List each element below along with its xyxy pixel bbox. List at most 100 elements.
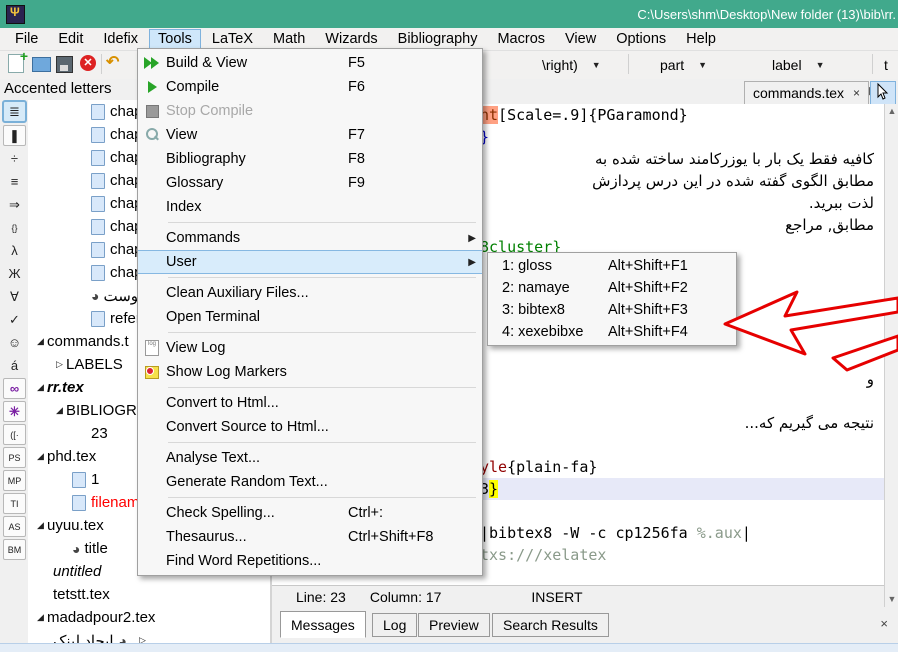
menu-item-compile[interactable]: CompileF6 xyxy=(138,75,482,99)
tikz-icon[interactable]: TI xyxy=(3,493,26,514)
menu-item-label: Glossary xyxy=(166,175,348,191)
open-file-icon[interactable] xyxy=(32,57,51,72)
undo-icon[interactable]: ↶ xyxy=(106,52,126,72)
menu-item-bibliography[interactable]: BibliographyF8 xyxy=(138,147,482,171)
lambda-icon[interactable]: λ xyxy=(3,240,26,261)
menu-item-label: View Log xyxy=(166,340,348,356)
bottom-tab-messages[interactable]: Messages xyxy=(280,611,366,638)
menu-item-open-terminal[interactable]: Open Terminal xyxy=(138,305,482,329)
close-panel-icon[interactable]: × xyxy=(880,616,888,631)
infinity-icon[interactable]: ∞ xyxy=(3,378,26,399)
tree-expander-icon[interactable]: ◢ xyxy=(34,382,47,393)
menubar-item-math[interactable]: Math xyxy=(264,29,314,49)
menubar-item-wizards[interactable]: Wizards xyxy=(316,29,386,49)
menubar-item-bibliography[interactable]: Bibliography xyxy=(389,29,487,49)
forall-icon[interactable]: ∀ xyxy=(3,286,26,307)
menu-item-build-view[interactable]: Build & ViewF5 xyxy=(138,51,482,75)
asymptote-icon[interactable]: AS xyxy=(3,516,26,537)
pstricks-icon[interactable]: PS xyxy=(3,447,26,468)
user-command-2-namaye[interactable]: 2: namayeAlt+Shift+F2 xyxy=(488,277,736,299)
tree-expander-icon[interactable]: ▷ xyxy=(53,359,66,370)
save-icon[interactable] xyxy=(56,56,73,73)
user-command-3-bibtex8[interactable]: 3: bibtex8Alt+Shift+F3 xyxy=(488,299,736,321)
arrow-icon[interactable]: ⇒ xyxy=(3,194,26,215)
bottom-tab-preview[interactable]: Preview xyxy=(418,613,490,637)
tools-menu: Build & ViewF5CompileF6Stop CompileViewF… xyxy=(137,48,483,576)
menu-item-convert-to-html[interactable]: Convert to Html... xyxy=(138,391,482,415)
structure-icon[interactable]: ≣ xyxy=(2,100,27,123)
file-icon xyxy=(91,173,105,189)
editor-scrollbar[interactable]: ▲ ▼ xyxy=(884,104,898,607)
right-bracket-combo[interactable]: \right)▼ xyxy=(542,55,601,75)
lines-icon[interactable]: ≡ xyxy=(3,171,26,192)
size-combo[interactable]: t xyxy=(884,55,888,75)
code-segment: txs:///xelatex xyxy=(480,546,606,564)
menubar-item-idefix[interactable]: Idefix xyxy=(94,29,147,49)
menubar-item-edit[interactable]: Edit xyxy=(49,29,92,49)
menu-item-check-spelling[interactable]: Check Spelling...Ctrl+: xyxy=(138,501,482,525)
smiley-icon[interactable]: ☺ xyxy=(3,332,26,353)
brackets-icon[interactable]: ([· xyxy=(3,424,26,445)
status-line-number: Line: 23 xyxy=(296,589,346,605)
menu-item-user[interactable]: User▶ xyxy=(138,250,482,274)
tree-expander-icon[interactable]: ◢ xyxy=(34,336,47,347)
code-segment: %.aux xyxy=(697,524,742,542)
menu-item-stop-compile[interactable]: Stop Compile xyxy=(138,99,482,123)
menubar-item-options[interactable]: Options xyxy=(607,29,675,49)
cyrillic-icon[interactable]: Ж xyxy=(3,263,26,284)
view-icon xyxy=(143,127,161,143)
metapost-icon[interactable]: MP xyxy=(3,470,26,491)
user-command-4-xexebibxe[interactable]: 4: xexebibxeAlt+Shift+F4 xyxy=(488,321,736,343)
tree-expander-icon[interactable]: ◢ xyxy=(34,520,47,531)
tree-expander-icon[interactable]: ◢ xyxy=(34,612,47,623)
new-document-icon[interactable] xyxy=(8,54,24,73)
tree-item-label: tetstt.tex xyxy=(53,586,110,603)
braces-icon[interactable]: {} xyxy=(3,217,26,238)
label-combo[interactable]: label▼ xyxy=(772,55,825,75)
tree-expander-icon[interactable]: ◢ xyxy=(34,451,47,462)
menu-item-index[interactable]: Index xyxy=(138,195,482,219)
menu-item-view[interactable]: ViewF7 xyxy=(138,123,482,147)
menu-item-commands[interactable]: Commands▶ xyxy=(138,226,482,250)
tree-item[interactable]: ◢madadpour2.tex xyxy=(28,606,270,629)
menu-item-convert-source-to-html[interactable]: Convert Source to Html... xyxy=(138,415,482,439)
menu-item-label: Bibliography xyxy=(166,151,348,167)
menubar-item-latex[interactable]: LaTeX xyxy=(203,29,262,49)
editor-tab-commands.tex[interactable]: commands.tex× xyxy=(744,81,869,105)
tree-item-label: commands.t xyxy=(47,333,129,350)
sectioning-combo[interactable]: part▼ xyxy=(660,55,707,75)
menu-item-show-log-markers[interactable]: Show Log Markers xyxy=(138,360,482,384)
menu-item-analyse-text[interactable]: Analyse Text... xyxy=(138,446,482,470)
check-icon[interactable]: ✓ xyxy=(3,309,26,330)
menu-item-view-log[interactable]: View Log xyxy=(138,336,482,360)
menubar-item-help[interactable]: Help xyxy=(677,29,725,49)
bookmarks-icon[interactable]: ❚ xyxy=(3,125,26,146)
menubar-item-macros[interactable]: Macros xyxy=(488,29,554,49)
user-command-1-gloss[interactable]: 1: glossAlt+Shift+F1 xyxy=(488,255,736,277)
menu-separator xyxy=(168,222,476,223)
menu-item-generate-random-text[interactable]: Generate Random Text... xyxy=(138,470,482,494)
close-document-icon[interactable]: ✕ xyxy=(80,55,96,71)
menubar-item-view[interactable]: View xyxy=(556,29,605,49)
menu-item-glossary[interactable]: GlossaryF9 xyxy=(138,171,482,195)
beamer-icon[interactable]: BM xyxy=(3,539,26,560)
scroll-down-icon[interactable]: ▼ xyxy=(885,592,898,607)
toolbar-separator xyxy=(101,54,102,74)
tree-item[interactable]: tetstt.tex xyxy=(28,583,270,606)
tree-expander-icon[interactable]: ◢ xyxy=(53,405,66,416)
menu-item-find-word-repetitions[interactable]: Find Word Repetitions... xyxy=(138,549,482,573)
tree-item-label: LABELS xyxy=(66,356,123,373)
menu-item-label: Commands xyxy=(166,230,348,246)
asterisk-icon[interactable]: ✳ xyxy=(3,401,26,422)
menubar-item-file[interactable]: File xyxy=(6,29,47,49)
accented-a-icon[interactable]: á xyxy=(3,355,26,376)
scroll-up-icon[interactable]: ▲ xyxy=(885,104,898,119)
menu-item-thesaurus[interactable]: Thesaurus...Ctrl+Shift+F8 xyxy=(138,525,482,549)
bottom-tab-search-results[interactable]: Search Results xyxy=(492,613,609,637)
menubar-item-tools[interactable]: Tools xyxy=(149,29,201,49)
menu-item-clean-auxiliary-files[interactable]: Clean Auxiliary Files... xyxy=(138,281,482,305)
file-icon xyxy=(91,265,105,281)
divide-icon[interactable]: ÷ xyxy=(3,148,26,169)
bottom-tab-log[interactable]: Log xyxy=(372,613,417,637)
close-tab-icon[interactable]: × xyxy=(853,86,860,100)
